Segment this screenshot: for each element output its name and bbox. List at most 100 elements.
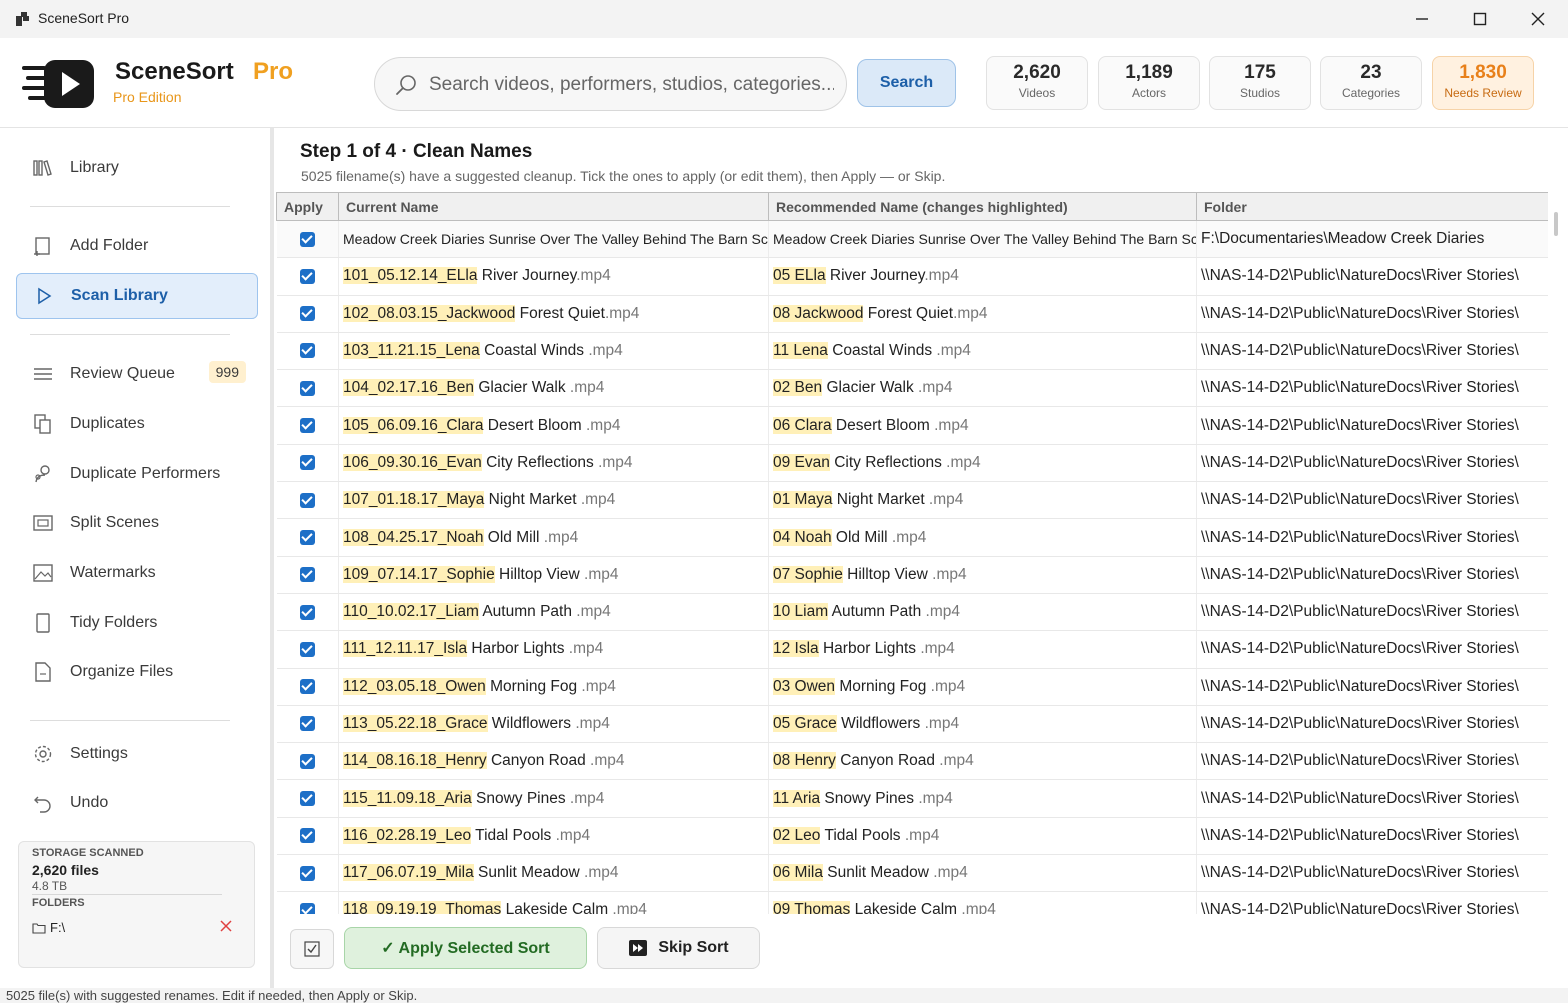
apply-checkbox[interactable] <box>299 753 315 769</box>
table-row[interactable]: 114_08.16.18_Henry Canyon Road .mp4 08 He… <box>276 742 1548 781</box>
table-row[interactable]: 110_10.02.17_Liam Autumn Path .mp4 10 Lia… <box>276 593 1548 632</box>
recommended-name-cell[interactable]: 11 Lena Coastal Winds .mp4 <box>768 332 1197 371</box>
remove-folder-icon[interactable] <box>219 919 233 933</box>
table-row[interactable]: 107_01.18.17_Maya Night Market .mp4 01 Ma… <box>276 481 1548 520</box>
sidebar-item-undo[interactable]: Undo <box>16 780 258 826</box>
select-all-toggle[interactable] <box>290 929 334 969</box>
close-button[interactable] <box>1509 0 1567 38</box>
apply-checkbox[interactable] <box>299 380 315 396</box>
recommended-name-cell[interactable]: 08 Henry Canyon Road .mp4 <box>768 742 1197 781</box>
apply-checkbox[interactable] <box>299 828 315 844</box>
table-row[interactable]: 115_11.09.18_Aria Snowy Pines .mp4 11 Ari… <box>276 779 1548 818</box>
recommended-name-cell[interactable]: 11 Aria Snowy Pines .mp4 <box>768 779 1197 818</box>
recommended-name-cell[interactable]: 12 Isla Harbor Lights .mp4 <box>768 630 1197 669</box>
recommended-name-cell[interactable]: 09 Evan City Reflections .mp4 <box>768 444 1197 483</box>
apply-checkbox[interactable] <box>299 567 315 583</box>
file-extension: .mp4 <box>593 453 633 471</box>
file-extension: .mp4 <box>953 304 988 322</box>
table-scrollbar-thumb[interactable] <box>1554 212 1558 236</box>
stat-studios[interactable]: 175 Studios <box>1209 56 1311 110</box>
table-row[interactable]: 106_09.30.16_Evan City Reflections .mp4 0… <box>276 444 1548 483</box>
recommended-name-cell[interactable]: Meadow Creek Diaries Sunrise Over The Va… <box>768 220 1197 259</box>
apply-selected-button[interactable]: ✓ Apply Selected Sort <box>344 927 587 969</box>
file-extension: .mp4 <box>539 528 579 546</box>
search-button[interactable]: Search <box>857 59 956 107</box>
recommended-name-cell[interactable]: 05 ELla River Journey.mp4 <box>768 257 1197 296</box>
stat-videos[interactable]: 2,620 Videos <box>986 56 1088 110</box>
apply-cell <box>276 220 339 259</box>
apply-checkbox[interactable] <box>299 716 315 732</box>
table-row[interactable]: 109_07.14.17_Sophie Hilltop View .mp4 07 … <box>276 556 1548 594</box>
step-title: Step 1 of 4 · Clean Names <box>300 141 533 162</box>
recommended-name-cell[interactable]: 05 Grace Wildflowers .mp4 <box>768 705 1197 744</box>
sidebar-item-split-scenes[interactable]: Split Scenes <box>16 500 258 546</box>
recommended-name-cell[interactable]: 09 Thomas Lakeside Calm .mp4 <box>768 891 1197 914</box>
table-row[interactable]: 113_05.22.18_Grace Wildflowers .mp4 05 Gr… <box>276 705 1548 744</box>
table-row[interactable]: Meadow Creek Diaries Sunrise Over The Va… <box>276 220 1548 259</box>
sidebar-item-scan-library[interactable]: Scan Library <box>16 273 258 319</box>
apply-checkbox[interactable] <box>299 902 315 914</box>
search-input[interactable] <box>429 68 834 102</box>
recommended-name-cell[interactable]: 08 Jackwood Forest Quiet.mp4 <box>768 295 1197 333</box>
apply-checkbox[interactable] <box>299 641 315 657</box>
table-row[interactable]: 111_12.11.17_Isla Harbor Lights .mp4 12 I… <box>276 630 1548 669</box>
table-row[interactable]: 102_08.03.15_Jackwood Forest Quiet.mp4 08… <box>276 295 1548 333</box>
recommended-name-cell[interactable]: 10 Liam Autumn Path .mp4 <box>768 593 1197 632</box>
recommended-name-cell[interactable]: 04 Noah Old Mill .mp4 <box>768 518 1197 557</box>
recommended-name-cell[interactable]: 02 Leo Tidal Pools .mp4 <box>768 817 1197 856</box>
apply-cell <box>276 444 339 483</box>
highlighted-change: 12 Isla <box>773 640 819 658</box>
apply-checkbox[interactable] <box>299 231 315 247</box>
maximize-button[interactable] <box>1451 0 1509 38</box>
stat-categories[interactable]: 23 Categories <box>1320 56 1422 110</box>
apply-checkbox[interactable] <box>299 492 315 508</box>
column-header-apply[interactable]: Apply <box>276 192 339 221</box>
storage-size: 4.8 TB <box>32 879 68 893</box>
table-row[interactable]: 118_09.19.19_Thomas Lakeside Calm .mp4 09… <box>276 891 1548 914</box>
apply-checkbox[interactable] <box>299 418 315 434</box>
recommended-name-cell[interactable]: 01 Maya Night Market .mp4 <box>768 481 1197 520</box>
apply-checkbox[interactable] <box>299 604 315 620</box>
apply-checkbox[interactable] <box>299 343 315 359</box>
sidebar-item-duplicates[interactable]: Duplicates <box>16 401 258 447</box>
sidebar-item-tidy-folders[interactable]: Tidy Folders <box>16 600 258 646</box>
recommended-name-cell[interactable]: 06 Clara Desert Bloom .mp4 <box>768 406 1197 445</box>
apply-checkbox[interactable] <box>299 529 315 545</box>
sidebar-item-library[interactable]: Library <box>16 145 258 191</box>
recommended-name-cell[interactable]: 03 Owen Morning Fog .mp4 <box>768 668 1197 706</box>
sidebar-item-settings[interactable]: Settings <box>16 731 258 777</box>
sidebar-item-watermarks[interactable]: Watermarks <box>16 550 258 596</box>
stat-studios-value: 175 <box>1244 62 1276 83</box>
apply-checkbox[interactable] <box>299 268 315 284</box>
sidebar-item-add-folder[interactable]: Add Folder <box>16 223 258 269</box>
minimize-button[interactable] <box>1393 0 1451 38</box>
apply-checkbox[interactable] <box>299 455 315 471</box>
apply-checkbox[interactable] <box>299 791 315 806</box>
table-row[interactable]: 105_06.09.16_Clara Desert Bloom .mp4 06 C… <box>276 406 1548 445</box>
recommended-name-cell[interactable]: 06 Mila Sunlit Meadow .mp4 <box>768 854 1197 893</box>
apply-checkbox[interactable] <box>299 679 315 695</box>
recommended-name-cell[interactable]: 07 Sophie Hilltop View .mp4 <box>768 556 1197 594</box>
recommended-name-cell[interactable]: 02 Ben Glacier Walk .mp4 <box>768 369 1197 408</box>
column-header-current-name[interactable]: Current Name <box>338 192 769 221</box>
table-row[interactable]: 116_02.28.19_Leo Tidal Pools .mp4 02 Leo … <box>276 817 1548 856</box>
skip-button[interactable]: Skip Sort <box>597 927 760 969</box>
column-header-folder[interactable]: Folder <box>1196 192 1548 221</box>
folder-entry[interactable]: F:\ <box>32 920 65 935</box>
table-row[interactable]: 101_05.12.14_ELla River Journey.mp4 05 EL… <box>276 257 1548 296</box>
logo-icon <box>22 60 94 108</box>
sidebar-item-duplicate-performers[interactable]: Duplicate Performers <box>16 451 258 497</box>
highlighted-change: 11 Aria <box>773 789 821 807</box>
table-row[interactable]: 108_04.25.17_Noah Old Mill .mp4 04 Noah O… <box>276 518 1548 557</box>
table-row[interactable]: 112_03.05.18_Owen Morning Fog .mp4 03 Owe… <box>276 668 1548 706</box>
apply-checkbox[interactable] <box>299 306 315 322</box>
apply-checkbox[interactable] <box>299 865 315 881</box>
table-row[interactable]: 117_06.07.19_Mila Sunlit Meadow .mp4 06 M… <box>276 854 1548 893</box>
table-row[interactable]: 103_11.21.15_Lena Coastal Winds .mp4 11 L… <box>276 332 1548 371</box>
stat-actors[interactable]: 1,189 Actors <box>1098 56 1200 110</box>
sidebar-item-organize-files[interactable]: Organize Files <box>16 649 258 695</box>
stat-needs-review[interactable]: 1,830 Needs Review <box>1432 56 1534 110</box>
column-header-recommended-name[interactable]: Recommended Name (changes highlighted) <box>768 192 1197 221</box>
sidebar-item-review-queue[interactable]: Review Queue 999 <box>16 351 258 397</box>
table-row[interactable]: 104_02.17.16_Ben Glacier Walk .mp4 02 Ben… <box>276 369 1548 408</box>
